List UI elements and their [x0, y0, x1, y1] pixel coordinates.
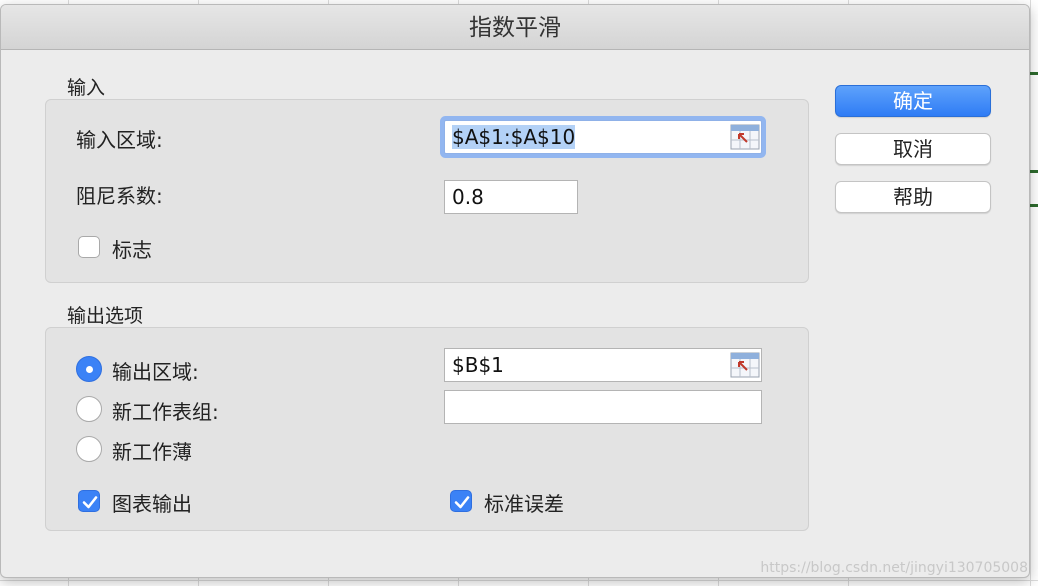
checkmark-icon	[454, 496, 470, 509]
dialog-title: 指数平滑	[1, 5, 1029, 50]
cell-marker	[1030, 204, 1038, 207]
new-worksheet-label: 新工作表组:	[112, 400, 219, 424]
new-workbook-label: 新工作薄	[112, 440, 192, 464]
grid-line	[0, 580, 1038, 581]
cell-marker	[1030, 72, 1038, 75]
cell-marker	[1030, 170, 1038, 173]
output-range-field[interactable]: $B$1	[444, 348, 762, 382]
ok-button[interactable]: 确定	[835, 85, 991, 117]
output-section-label: 输出选项	[67, 305, 144, 327]
chart-output-label: 图表输出	[112, 492, 192, 516]
range-collapse-icon[interactable]	[730, 124, 760, 150]
chart-output-checkbox[interactable]	[78, 490, 100, 512]
new-worksheet-field[interactable]	[444, 390, 762, 424]
input-range-value: $A$1:$A$10	[452, 125, 576, 149]
input-group: 输入区域: $A$1:$A$10 阻尼系数: 0.8 标志	[45, 99, 809, 283]
new-worksheet-radio[interactable]	[76, 396, 102, 422]
output-range-label: 输出区域:	[112, 360, 199, 384]
labels-checkbox-label: 标志	[112, 238, 152, 262]
damping-factor-field[interactable]: 0.8	[444, 180, 578, 214]
output-range-radio[interactable]	[76, 356, 102, 382]
help-button[interactable]: 帮助	[835, 181, 991, 213]
standard-errors-checkbox[interactable]	[450, 490, 472, 512]
checkmark-icon	[82, 496, 98, 509]
cancel-button[interactable]: 取消	[835, 133, 991, 165]
radio-dot	[86, 366, 93, 373]
grid-line	[1030, 0, 1031, 586]
standard-errors-label: 标准误差	[484, 492, 564, 516]
input-section-label: 输入	[67, 77, 106, 99]
input-range-field[interactable]: $A$1:$A$10	[444, 120, 762, 154]
labels-checkbox[interactable]	[78, 236, 100, 258]
watermark: https://blog.csdn.net/jingyi130705008	[760, 560, 1028, 576]
damping-factor-label: 阻尼系数:	[76, 184, 163, 208]
range-collapse-icon[interactable]	[730, 352, 760, 378]
input-range-label: 输入区域:	[76, 128, 163, 152]
exponential-smoothing-dialog: 指数平滑 输入 输入区域: $A$1:$A$10 阻尼系数: 0.8 标志 输出…	[0, 4, 1030, 578]
output-group: 输出区域: $B$1 新工作表组: 新工作薄 图表输出 标准误差	[45, 327, 809, 531]
new-workbook-radio[interactable]	[76, 436, 102, 462]
